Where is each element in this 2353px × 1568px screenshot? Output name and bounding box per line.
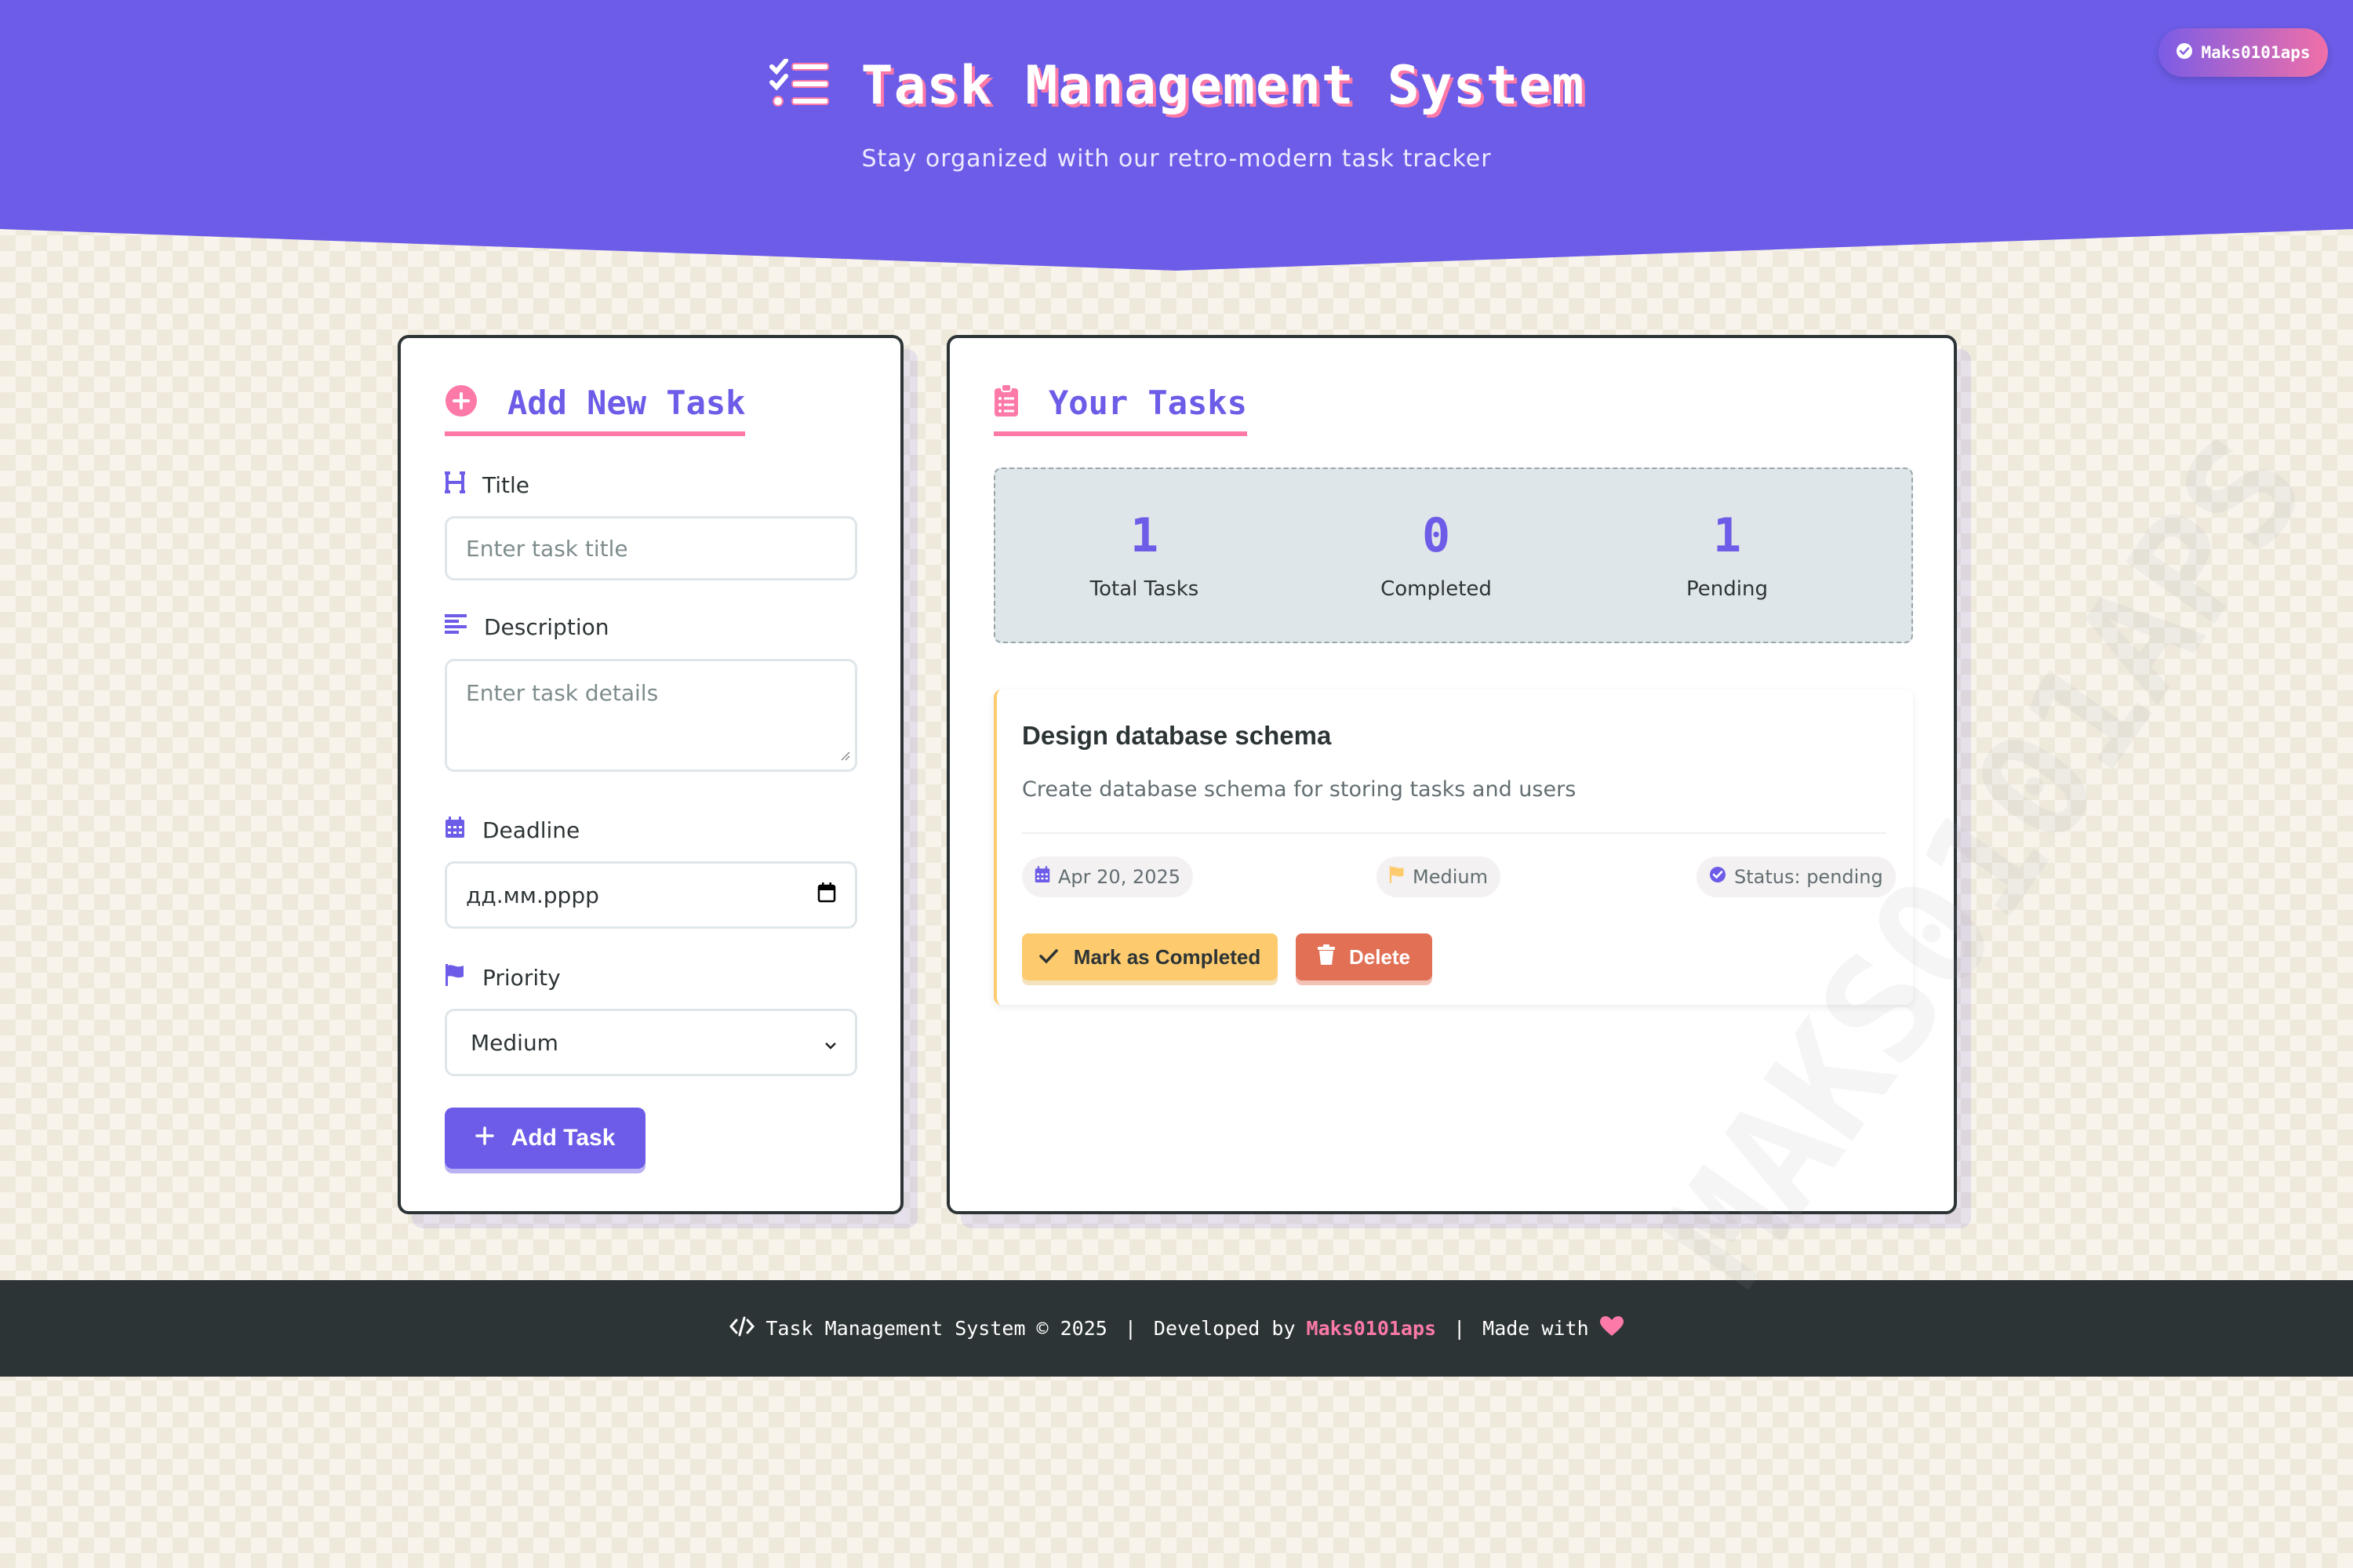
align-left-icon	[445, 614, 467, 640]
add-task-button-label: Add Task	[511, 1125, 616, 1151]
flag-icon	[1389, 866, 1405, 888]
chevron-down-icon	[824, 1030, 838, 1056]
app-subtitle: Stay organized with our retro-modern tas…	[861, 145, 1492, 173]
plus-circle-icon	[445, 384, 478, 421]
deadline-label: Deadline	[445, 817, 580, 844]
task-stats: 1 Total Tasks 0 Completed 1 Pending	[994, 467, 1913, 643]
task-priority-chip: Medium	[1377, 857, 1500, 897]
mark-completed-button[interactable]: Mark as Completed	[1022, 933, 1278, 980]
task-description: Create database schema for storing tasks…	[1022, 777, 1577, 802]
title-label: Title	[445, 471, 529, 499]
stat-completed: 0 Completed	[1318, 508, 1554, 601]
task-deadline: Apr 20, 2025	[1058, 866, 1181, 888]
description-label: Description	[445, 614, 609, 640]
description-textarea[interactable]: Enter task details	[445, 659, 857, 772]
mark-completed-label: Mark as Completed	[1073, 944, 1261, 969]
priority-select[interactable]: Medium	[445, 1009, 857, 1076]
task-status-chip: Status: pending	[1697, 857, 1896, 897]
heading-icon	[445, 471, 465, 499]
priority-selected-value: Medium	[471, 1029, 558, 1056]
task-item: Design database schema Create database s…	[994, 689, 1913, 1005]
stat-total-value: 1	[1129, 508, 1159, 563]
check-icon	[1039, 945, 1058, 970]
deadline-date-input[interactable]: дд.мм.рррр	[445, 861, 857, 929]
stat-pending: 1 Pending	[1609, 508, 1845, 601]
task-status: Status: pending	[1734, 866, 1883, 888]
title-label-text: Title	[482, 472, 530, 498]
header-banner	[0, 0, 2353, 271]
plus-icon	[475, 1125, 494, 1151]
flag-icon	[445, 964, 465, 991]
add-task-heading: Add New Task	[445, 384, 746, 436]
your-tasks-heading: Your Tasks	[994, 384, 1247, 436]
priority-label: Priority	[445, 964, 561, 991]
footer-made-with: Made with	[1482, 1317, 1589, 1340]
user-badge[interactable]: Maks0101aps	[2158, 28, 2328, 77]
add-task-heading-text: Add New Task	[507, 384, 746, 422]
code-icon	[729, 1316, 755, 1341]
resize-handle-icon[interactable]	[839, 740, 850, 766]
calendar-icon	[445, 817, 465, 844]
heart-icon	[1599, 1315, 1624, 1341]
delete-task-label: Delete	[1348, 944, 1411, 969]
footer-copyright: © 2025	[1036, 1317, 1107, 1340]
priority-label-text: Priority	[482, 965, 561, 991]
task-divider	[1022, 832, 1886, 834]
stat-completed-value: 0	[1421, 508, 1451, 563]
add-task-button[interactable]: Add Task	[445, 1108, 646, 1169]
delete-task-button[interactable]: Delete	[1296, 933, 1432, 980]
your-tasks-heading-text: Your Tasks	[1049, 384, 1247, 422]
app-title: Task Management System	[860, 55, 1585, 117]
stat-pending-value: 1	[1712, 508, 1742, 563]
your-tasks-card: Your Tasks 1 Total Tasks 0 Completed 1 P…	[947, 335, 1957, 1214]
deadline-label-text: Deadline	[482, 817, 580, 843]
add-task-card: Add New Task Title Enter task title Desc…	[398, 335, 904, 1214]
stat-completed-label: Completed	[1380, 577, 1492, 601]
check-circle-icon	[1709, 866, 1726, 888]
task-title: Design database schema	[1022, 721, 1332, 750]
header-title-row: Task Management System	[0, 55, 2353, 117]
footer-app-name: Task Management System	[766, 1317, 1026, 1340]
task-priority: Medium	[1413, 866, 1488, 888]
footer-separator: |	[1453, 1317, 1466, 1340]
trash-icon	[1317, 944, 1335, 970]
description-placeholder: Enter task details	[466, 680, 659, 706]
deadline-value: дд.мм.рррр	[466, 882, 599, 908]
date-picker-icon[interactable]	[817, 882, 836, 908]
footer-separator: |	[1124, 1317, 1136, 1340]
tasks-icon	[769, 58, 831, 113]
title-input-placeholder: Enter task title	[466, 535, 628, 562]
footer: Task Management System © 2025 | Develope…	[0, 1280, 2353, 1377]
footer-author-link[interactable]: Maks0101aps	[1307, 1317, 1437, 1340]
clipboard-list-icon	[994, 384, 1019, 421]
title-input[interactable]: Enter task title	[445, 516, 857, 580]
description-label-text: Description	[484, 614, 609, 640]
stat-total-label: Total Tasks	[1089, 577, 1199, 601]
task-deadline-chip: Apr 20, 2025	[1022, 857, 1194, 897]
footer-developed-by: Developed by	[1153, 1317, 1296, 1340]
stat-pending-label: Pending	[1686, 577, 1768, 601]
stat-total: 1 Total Tasks	[1027, 508, 1262, 601]
calendar-icon	[1035, 866, 1050, 888]
user-badge-label: Maks0101aps	[2201, 43, 2311, 62]
check-circle-icon	[2176, 42, 2193, 64]
